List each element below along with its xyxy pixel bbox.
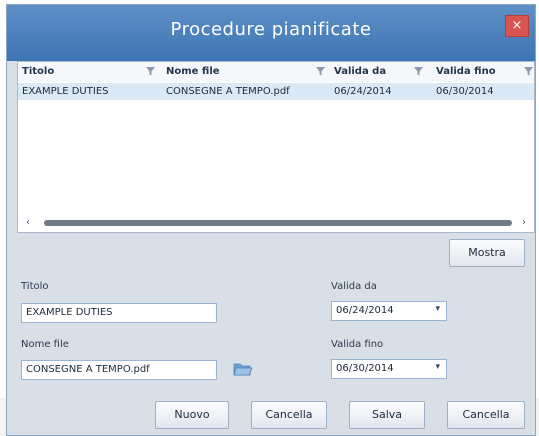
cell-valida-da: 06/24/2014 xyxy=(334,86,392,97)
cancella-button[interactable]: Cancella xyxy=(251,401,327,429)
filter-icon[interactable] xyxy=(414,67,423,76)
titolo-label: Titolo xyxy=(21,281,49,292)
cell-nome-file: CONSEGNE A TEMPO.pdf xyxy=(166,86,290,97)
bottom-action-bar: Nuovo Cancella Salva Cancella xyxy=(7,393,535,435)
column-header-titolo[interactable]: Titolo xyxy=(22,66,54,77)
valida-fino-datepicker[interactable]: 06/30/2014 ▾ xyxy=(331,359,447,379)
column-header-valida-da[interactable]: Valida da xyxy=(334,66,386,77)
nome-file-label: Nome file xyxy=(21,339,69,350)
grid-header: Titolo Nome file Valida da Valida fino xyxy=(18,62,534,82)
filter-icon[interactable] xyxy=(524,67,533,76)
valida-da-value: 06/24/2014 xyxy=(336,305,394,316)
close-icon: × xyxy=(511,18,523,33)
titolo-input[interactable]: EXAMPLE DUTIES xyxy=(21,303,217,323)
dialog-title: Procedure pianificate xyxy=(170,19,372,40)
cell-titolo: EXAMPLE DUTIES xyxy=(22,86,109,97)
column-header-valida-fino[interactable]: Valida fino xyxy=(436,66,496,77)
valida-da-datepicker[interactable]: 06/24/2014 ▾ xyxy=(331,301,447,321)
scrollbar-thumb[interactable] xyxy=(44,220,512,226)
folder-open-icon[interactable] xyxy=(233,361,253,377)
scroll-left-icon[interactable]: ‹ xyxy=(26,217,30,228)
scheduled-procedures-dialog: Procedure pianificate × Titolo Nome file… xyxy=(6,4,536,436)
nome-file-input[interactable]: CONSEGNE A TEMPO.pdf xyxy=(21,360,217,380)
chevron-down-icon[interactable]: ▾ xyxy=(435,303,440,315)
cell-valida-fino: 06/30/2014 xyxy=(436,86,494,97)
valida-da-label: Valida da xyxy=(331,281,377,292)
filter-icon[interactable] xyxy=(316,67,325,76)
filter-icon[interactable] xyxy=(146,67,155,76)
salva-button[interactable]: Salva xyxy=(349,401,425,429)
nuovo-button[interactable]: Nuovo xyxy=(155,401,229,429)
chevron-down-icon[interactable]: ▾ xyxy=(435,361,440,373)
cancella-close-button[interactable]: Cancella xyxy=(447,401,525,429)
scroll-right-icon[interactable]: › xyxy=(522,217,526,228)
procedures-grid: Titolo Nome file Valida da Valida fino E… xyxy=(17,61,535,233)
valida-fino-value: 06/30/2014 xyxy=(336,363,394,374)
column-header-nome-file[interactable]: Nome file xyxy=(166,66,220,77)
close-button[interactable]: × xyxy=(505,15,529,37)
horizontal-scrollbar[interactable]: ‹ › xyxy=(18,216,534,230)
table-row[interactable]: EXAMPLE DUTIES CONSEGNE A TEMPO.pdf 06/2… xyxy=(18,83,534,100)
mostra-button[interactable]: Mostra xyxy=(449,239,525,267)
valida-fino-label: Valida fino xyxy=(331,339,384,350)
title-bar: Procedure pianificate × xyxy=(7,5,535,61)
